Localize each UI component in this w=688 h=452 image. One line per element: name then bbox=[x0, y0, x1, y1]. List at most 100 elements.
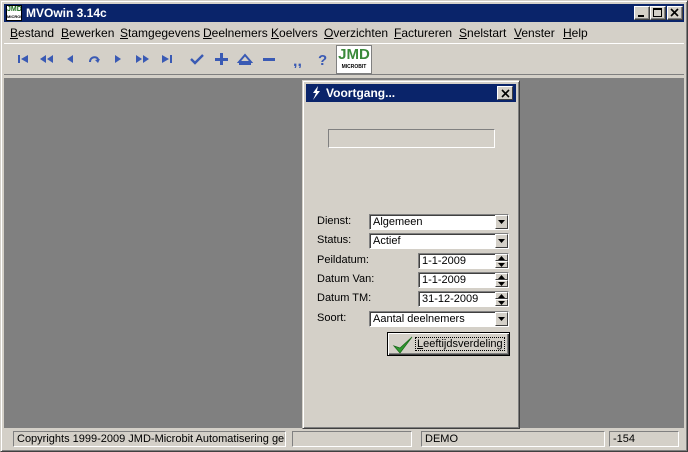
leeftijdsverdeling-label: Leeftijdsverdeling bbox=[415, 337, 505, 351]
close-icon bbox=[501, 89, 510, 98]
datum-tm-field[interactable]: 31-12-2009 bbox=[418, 291, 509, 307]
soort-value: Aantal deelnemers bbox=[373, 313, 465, 325]
datum-van-up-button[interactable] bbox=[495, 273, 508, 280]
maximize-button[interactable] bbox=[650, 6, 666, 20]
title-bar[interactable]: JMD MICROBIT MVOwin 3.14c bbox=[4, 4, 684, 22]
dienst-dropdown-button[interactable] bbox=[495, 215, 508, 229]
last-icon bbox=[162, 55, 172, 63]
previous-record-button[interactable] bbox=[60, 50, 80, 68]
svg-text:?: ? bbox=[318, 52, 327, 68]
app-icon-text: JMD bbox=[7, 6, 22, 13]
datum-tm-up-button[interactable] bbox=[495, 292, 508, 299]
chevron-down-icon bbox=[498, 220, 505, 224]
status-select[interactable]: Actief bbox=[369, 233, 509, 249]
quote-button[interactable]: ,, bbox=[289, 50, 309, 68]
window-title: MVOwin 3.14c bbox=[26, 6, 107, 20]
help-button[interactable]: ? bbox=[313, 50, 333, 68]
peildatum-value: 1-1-2009 bbox=[422, 255, 467, 267]
dienst-value: Algemeen bbox=[373, 216, 423, 228]
arrow-down-icon bbox=[498, 282, 505, 286]
datum-van-label: Datum Van: bbox=[317, 273, 375, 285]
mdi-workspace: Voortgang... Dienst: Algemeen Status: Ac… bbox=[4, 78, 684, 429]
dienst-select[interactable]: Algemeen bbox=[369, 214, 509, 230]
refresh-button[interactable] bbox=[84, 50, 104, 68]
soort-label: Soort: bbox=[317, 312, 347, 324]
menu-deelnemers[interactable]: Deelnemers bbox=[203, 26, 268, 40]
triangle-up-icon bbox=[236, 53, 254, 65]
status-panel-2 bbox=[292, 431, 412, 447]
datum-van-field[interactable]: 1-1-2009 bbox=[418, 272, 509, 288]
app-icon-subtext: MICROBIT bbox=[7, 14, 21, 19]
status-label: Status: bbox=[317, 234, 352, 246]
last-record-button[interactable] bbox=[157, 50, 177, 68]
jmd-logo-text: JMD bbox=[338, 46, 370, 63]
peildatum-field[interactable]: 1-1-2009 bbox=[418, 253, 509, 269]
next-record-button[interactable] bbox=[108, 50, 128, 68]
add-button[interactable] bbox=[211, 50, 231, 68]
menu-snelstart[interactable]: Snelstart bbox=[459, 26, 506, 40]
datum-tm-value: 31-12-2009 bbox=[422, 293, 479, 305]
main-window: JMD MICROBIT MVOwin 3.14c Bestand Bewerk… bbox=[0, 0, 688, 452]
menu-bestand[interactable]: Bestand bbox=[10, 26, 54, 40]
dienst-label: Dienst: bbox=[317, 215, 352, 227]
peildatum-spinner bbox=[495, 254, 508, 268]
progress-dialog: Voortgang... Dienst: Algemeen Status: Ac… bbox=[302, 80, 520, 429]
close-icon bbox=[670, 8, 679, 17]
dialog-title-bar[interactable]: Voortgang... bbox=[306, 84, 516, 102]
datum-tm-down-button[interactable] bbox=[495, 299, 508, 306]
menu-stamgegevens[interactable]: Stamgegevens bbox=[120, 26, 200, 40]
datum-tm-label: Datum TM: bbox=[317, 292, 372, 304]
menu-koelvers[interactable]: Koelvers bbox=[271, 26, 318, 40]
svg-text:,,: ,, bbox=[293, 53, 302, 68]
next-page-icon bbox=[136, 55, 149, 63]
jmd-logo-button[interactable]: JMD MICROBIT bbox=[336, 45, 372, 74]
dialog-title: Voortgang... bbox=[326, 86, 396, 100]
datum-van-spinner bbox=[495, 273, 508, 287]
status-value: Actief bbox=[373, 235, 401, 247]
datum-van-value: 1-1-2009 bbox=[422, 274, 467, 286]
status-mode: DEMO bbox=[421, 431, 605, 447]
next-page-button[interactable] bbox=[132, 50, 152, 68]
progress-bar bbox=[328, 129, 495, 148]
menu-factureren[interactable]: Factureren bbox=[394, 26, 452, 40]
checkmark-icon bbox=[190, 54, 204, 65]
menu-overzichten[interactable]: Overzichten bbox=[324, 26, 388, 40]
checkmark-icon bbox=[392, 336, 413, 354]
soort-dropdown-button[interactable] bbox=[495, 312, 508, 326]
minimize-button[interactable] bbox=[634, 6, 650, 20]
datum-van-down-button[interactable] bbox=[495, 280, 508, 287]
peildatum-down-button[interactable] bbox=[495, 261, 508, 268]
quote-icon: ,, bbox=[293, 53, 302, 68]
minimize-icon bbox=[638, 15, 644, 17]
menu-venster[interactable]: Venster bbox=[514, 26, 555, 40]
status-dropdown-button[interactable] bbox=[495, 234, 508, 248]
datum-tm-spinner bbox=[495, 292, 508, 306]
next-icon bbox=[115, 55, 121, 63]
confirm-button[interactable] bbox=[187, 50, 207, 68]
edit-button[interactable] bbox=[235, 50, 255, 68]
chevron-down-icon bbox=[498, 239, 505, 243]
refresh-icon bbox=[89, 56, 100, 63]
leeftijdsverdeling-button[interactable]: Leeftijdsverdeling bbox=[387, 332, 510, 356]
previous-page-button[interactable] bbox=[37, 50, 57, 68]
maximize-icon bbox=[653, 8, 662, 17]
arrow-down-icon bbox=[498, 263, 505, 267]
jmd-logo-subtext: MICROBIT bbox=[341, 64, 367, 70]
app-icon[interactable]: JMD MICROBIT bbox=[6, 5, 22, 21]
peildatum-label: Peildatum: bbox=[317, 254, 369, 266]
toolbar: ,, ? JMD MICROBIT bbox=[4, 43, 684, 75]
chevron-down-icon bbox=[498, 317, 505, 321]
menu-bewerken[interactable]: Bewerken bbox=[61, 26, 114, 40]
peildatum-up-button[interactable] bbox=[495, 254, 508, 261]
status-value: -154 bbox=[609, 431, 679, 447]
arrow-up-icon bbox=[498, 294, 505, 298]
first-record-button[interactable] bbox=[14, 50, 34, 68]
delete-button[interactable] bbox=[259, 50, 279, 68]
close-button[interactable] bbox=[667, 6, 683, 20]
previous-icon bbox=[67, 55, 73, 63]
menu-help[interactable]: Help bbox=[563, 26, 588, 40]
dialog-close-button[interactable] bbox=[497, 86, 513, 100]
status-bar: Copyrights 1999-2009 JMD-Microbit Automa… bbox=[4, 429, 684, 449]
soort-select[interactable]: Aantal deelnemers bbox=[369, 311, 509, 327]
arrow-down-icon bbox=[498, 301, 505, 305]
